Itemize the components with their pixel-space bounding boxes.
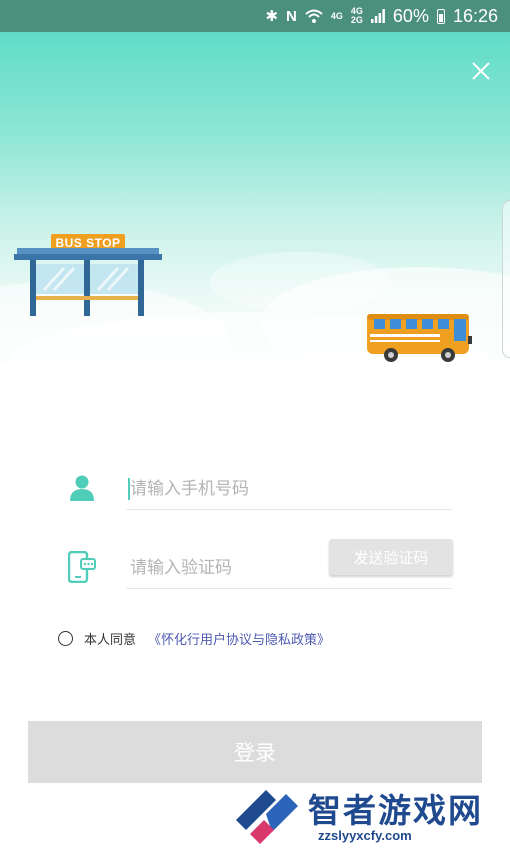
bus-illustration xyxy=(367,314,472,362)
dual-network-label: 4G 2G xyxy=(351,7,363,25)
phone-input[interactable] xyxy=(126,470,452,508)
phone-code-icon xyxy=(68,551,96,583)
user-icon xyxy=(70,475,94,501)
close-icon xyxy=(472,62,490,80)
network-sub-bottom: 2G xyxy=(350,15,363,25)
nfc-icon: N xyxy=(286,7,297,25)
close-button[interactable] xyxy=(466,56,496,86)
agreement-prefix: 本人同意 xyxy=(84,632,137,648)
agreement-checkbox[interactable] xyxy=(58,630,73,646)
login-button[interactable]: 登录 xyxy=(28,721,482,783)
bluetooth-icon: ✱ xyxy=(265,7,279,25)
bus-stop-sign: BUS STOP xyxy=(55,236,121,250)
network-type-label: 4G xyxy=(330,10,343,21)
agreement-row: 本人同意 《怀化行用户协议与隐私政策》 xyxy=(58,627,330,649)
watermark-title: 智者游戏网 xyxy=(308,791,483,830)
send-code-button[interactable]: 发送验证码 xyxy=(329,539,453,575)
watermark-logo xyxy=(236,790,298,844)
phone-field[interactable] xyxy=(126,470,452,510)
battery-icon xyxy=(436,8,445,24)
battery-percent: 60% xyxy=(392,5,429,26)
wifi-icon xyxy=(305,9,323,23)
side-drawer-handle[interactable] xyxy=(502,200,510,358)
status-bar: ✱ N 4G 4G 2G 60% 16:26 xyxy=(0,0,510,32)
hero-banner: BUS STOP xyxy=(0,32,510,392)
site-watermark: 智者游戏网 zzslyyxcfy.com xyxy=(230,780,510,850)
signal-icon xyxy=(370,9,385,23)
clock-time: 16:26 xyxy=(452,5,498,26)
agreement-link[interactable]: 《怀化行用户协议与隐私政策》 xyxy=(148,629,330,648)
watermark-url: zzslyyxcfy.com xyxy=(318,828,412,843)
text-cursor xyxy=(128,478,130,500)
